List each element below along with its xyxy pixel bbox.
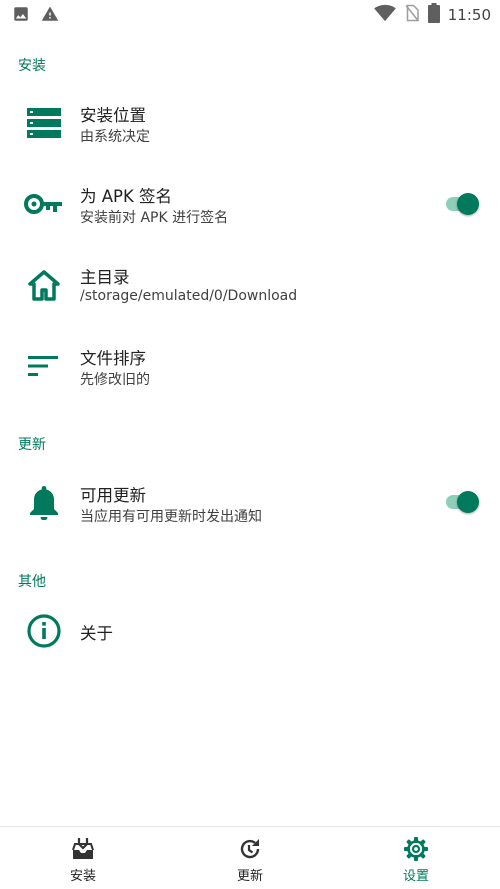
switch-thumb bbox=[457, 193, 479, 215]
bottom-navigation: 安装 更新 设置 bbox=[0, 826, 500, 889]
key-icon bbox=[24, 184, 64, 224]
no-sim-icon bbox=[404, 4, 420, 26]
warning-notification-icon bbox=[40, 5, 60, 27]
section-header-update: 更新 bbox=[18, 437, 46, 453]
pref-summary: 当应用有可用更新时发出通知 bbox=[80, 509, 262, 525]
image-notification-icon bbox=[12, 5, 30, 27]
pref-title: 为 APK 签名 bbox=[80, 187, 173, 206]
pref-summary: /storage/emulated/0/Download bbox=[80, 288, 298, 304]
pref-title: 可用更新 bbox=[80, 486, 146, 505]
pref-sign-apk[interactable]: 为 APK 签名 安装前对 APK 进行签名 bbox=[0, 176, 500, 238]
section-header-install: 安装 bbox=[18, 58, 46, 74]
pref-summary: 由系统决定 bbox=[80, 129, 150, 145]
pref-available-updates[interactable]: 可用更新 当应用有可用更新时发出通知 bbox=[0, 475, 500, 537]
bell-icon bbox=[24, 483, 64, 523]
status-time: 11:50 bbox=[447, 6, 491, 24]
nav-item-install[interactable]: 安装 bbox=[33, 827, 133, 889]
pref-summary: 先修改旧的 bbox=[80, 372, 150, 388]
nav-label: 更新 bbox=[236, 869, 263, 884]
section-header-other: 其他 bbox=[18, 574, 46, 590]
switch-thumb bbox=[457, 491, 479, 513]
install-tray-icon bbox=[70, 836, 96, 862]
pref-title: 文件排序 bbox=[80, 349, 146, 368]
storage-icon bbox=[24, 103, 64, 143]
info-icon bbox=[24, 611, 64, 651]
nav-item-update[interactable]: 更新 bbox=[200, 827, 300, 889]
pref-title: 主目录 bbox=[80, 268, 130, 287]
battery-icon bbox=[427, 3, 440, 27]
status-bar: 11:50 bbox=[0, 0, 500, 30]
home-icon bbox=[24, 265, 64, 305]
pref-about[interactable]: 关于 bbox=[0, 605, 500, 657]
pref-title: 关于 bbox=[80, 624, 113, 643]
pref-home-directory[interactable]: 主目录 /storage/emulated/0/Download bbox=[0, 257, 500, 319]
pref-file-sort[interactable]: 文件排序 先修改旧的 bbox=[0, 338, 500, 400]
pref-title: 安装位置 bbox=[80, 106, 146, 125]
nav-item-settings[interactable]: 设置 bbox=[366, 827, 466, 889]
pref-install-location[interactable]: 安装位置 由系统决定 bbox=[0, 95, 500, 157]
sign-apk-switch[interactable] bbox=[444, 193, 480, 215]
update-history-icon bbox=[237, 836, 263, 862]
settings-gear-icon bbox=[403, 836, 429, 862]
wifi-icon bbox=[373, 4, 396, 26]
sort-icon bbox=[24, 346, 64, 386]
nav-label: 设置 bbox=[402, 869, 429, 884]
nav-label: 安装 bbox=[69, 869, 96, 884]
available-updates-switch[interactable] bbox=[444, 491, 480, 513]
pref-summary: 安装前对 APK 进行签名 bbox=[80, 210, 229, 226]
